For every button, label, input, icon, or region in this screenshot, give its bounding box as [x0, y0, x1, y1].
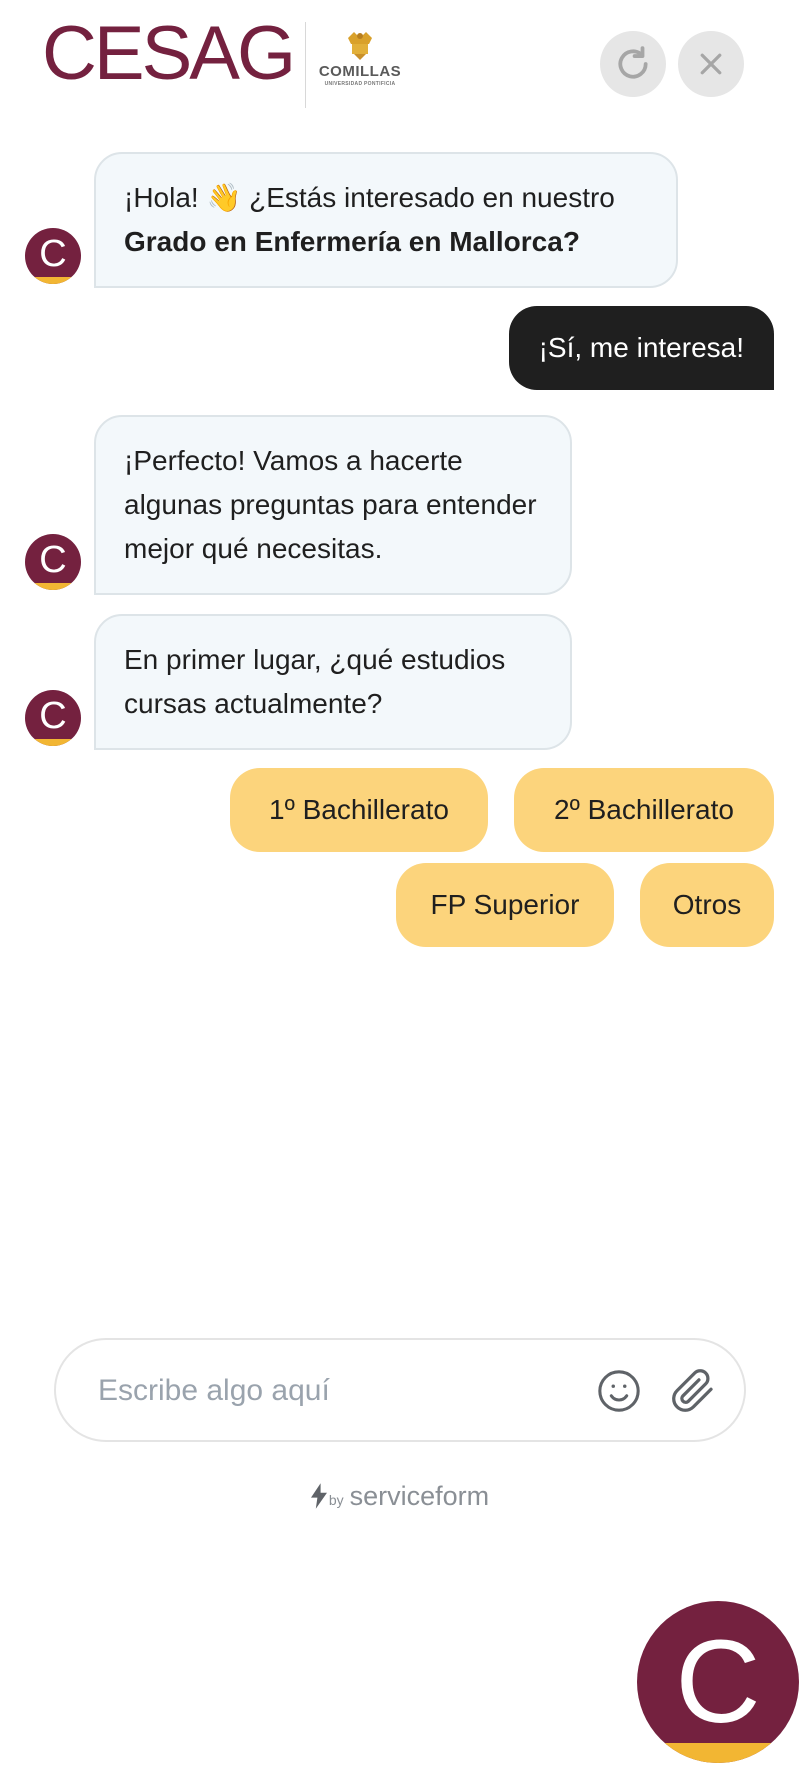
bot-message: ¡Perfecto! Vamos a hacerte algunas pregu…	[94, 415, 572, 595]
chat-widget: CESAG COMILLAS UNIVERSIDAD PONTIFICIA ¡H…	[0, 0, 800, 1765]
quick-reply-fp-superior[interactable]: FP Superior	[396, 863, 614, 947]
partner-name: COMILLAS	[318, 63, 402, 80]
paperclip-icon[interactable]	[670, 1366, 716, 1416]
avatar-stripe	[25, 739, 81, 746]
close-icon	[700, 53, 722, 75]
serviceform-brand[interactable]: serviceform	[350, 1481, 490, 1511]
restart-button[interactable]	[600, 31, 666, 97]
user-message: ¡Sí, me interesa!	[508, 306, 774, 390]
message-composer	[54, 1338, 746, 1442]
avatar-stripe	[25, 277, 81, 284]
quick-reply-2-bachillerato[interactable]: 2º Bachillerato	[514, 768, 774, 852]
close-button[interactable]	[678, 31, 744, 97]
powered-by-label: by	[328, 1492, 344, 1508]
refresh-icon	[618, 46, 648, 79]
powered-by: by serviceform	[0, 1476, 800, 1520]
comillas-logo: COMILLAS UNIVERSIDAD PONTIFICIA	[315, 28, 405, 102]
avatar-letter: C	[39, 233, 67, 275]
launcher-letter: C	[675, 1616, 761, 1748]
bot-message: ¡Hola! 👋 ¿Estás interesado en nuestro Gr…	[94, 152, 678, 288]
smiley-icon[interactable]	[596, 1368, 642, 1414]
cesag-logo: CESAG	[42, 11, 296, 96]
chat-launcher-button[interactable]: C	[637, 1601, 799, 1763]
bot-avatar: C	[25, 534, 81, 590]
crest-icon	[348, 32, 372, 60]
quick-reply-otros[interactable]: Otros	[640, 863, 774, 947]
bot-message-text: ¡Hola! 👋 ¿Estás interesado en nuestro	[124, 182, 615, 213]
bot-avatar: C	[25, 228, 81, 284]
partner-subtitle: UNIVERSIDAD PONTIFICIA	[324, 81, 396, 87]
launcher-stripe	[637, 1743, 799, 1763]
bot-message: En primer lugar, ¿qué estudios cursas ac…	[94, 614, 572, 750]
logo-divider	[305, 22, 306, 108]
bot-message-bold-text: Grado en Enfermería en Mallorca?	[124, 226, 580, 257]
avatar-letter: C	[39, 695, 67, 737]
message-input[interactable]	[96, 1360, 570, 1422]
avatar-letter: C	[39, 539, 67, 581]
quick-reply-1-bachillerato[interactable]: 1º Bachillerato	[230, 768, 488, 852]
bot-avatar: C	[25, 690, 81, 746]
bolt-icon	[310, 1483, 327, 1509]
avatar-stripe	[25, 583, 81, 590]
